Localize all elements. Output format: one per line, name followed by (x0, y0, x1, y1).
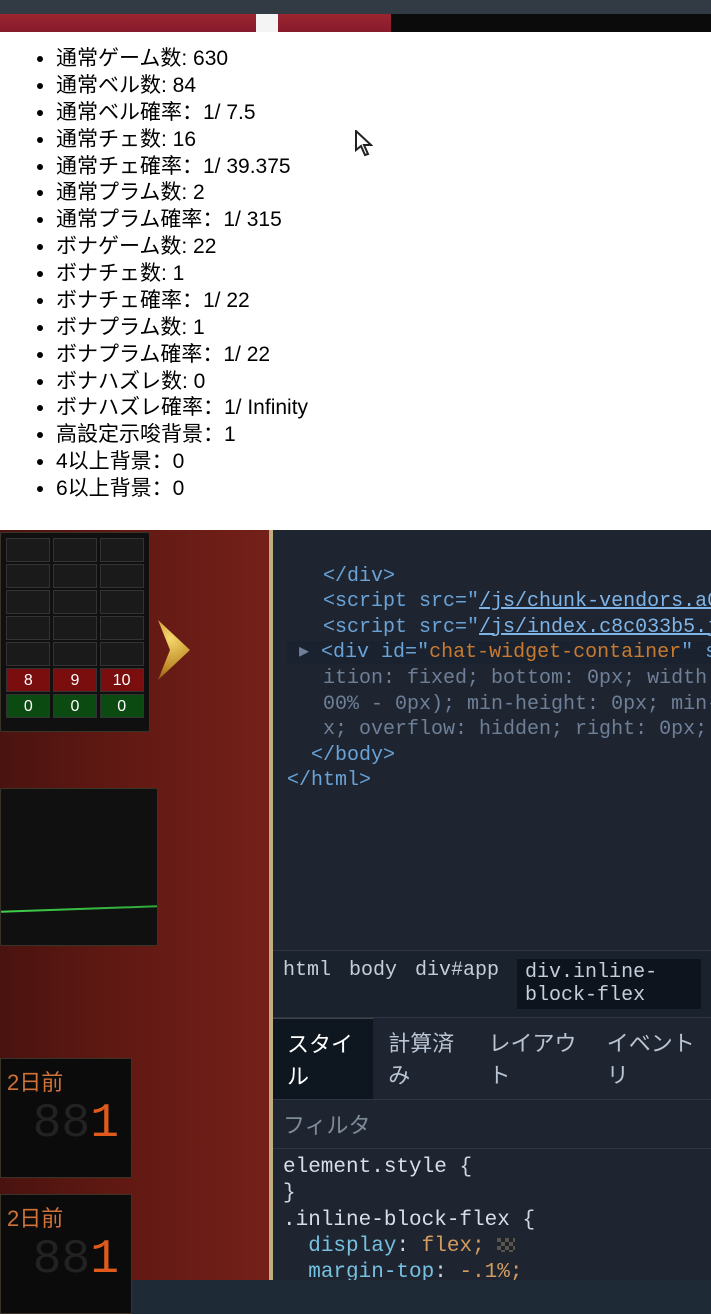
history-label: 2日前 (7, 1201, 125, 1233)
history-item[interactable]: 2日前 881 (0, 1058, 132, 1178)
stats-item: 6以上背景：0 (56, 476, 691, 503)
app-header-bar (0, 14, 711, 32)
tab-event[interactable]: イベントリ (593, 1018, 711, 1099)
stats-item: 通常ベル確率：1/ 7.5 (56, 100, 691, 127)
tab-styles[interactable]: スタイル (273, 1018, 374, 1099)
green-cell: 0 (100, 694, 144, 718)
devtools-tabs: スタイル 計算済み レイアウト イベントリ (273, 1018, 711, 1100)
stats-item: 通常ベル数: 84 (56, 73, 691, 100)
seven-seg-display: 881 (7, 1233, 125, 1287)
stats-list: 通常ゲーム数: 630通常ベル数: 84通常ベル確率：1/ 7.5通常チェ数: … (20, 46, 691, 503)
stats-item: 通常プラム確率：1/ 315 (56, 207, 691, 234)
flex-swatch-icon[interactable] (497, 1238, 515, 1252)
history-label: 2日前 (7, 1065, 125, 1097)
green-cell: 0 (53, 694, 97, 718)
breadcrumb[interactable]: html body div#app div.inline-block-flex (273, 950, 711, 1018)
stats-item: 通常プラム数: 2 (56, 180, 691, 207)
crumb-html[interactable]: html (283, 959, 331, 1009)
devtools-panel: </div> <script src="/js/chunk-vendors.a0… (273, 530, 711, 1280)
stats-item: ボナハズレ確率：1/ Infinity (56, 395, 691, 422)
stats-item: 通常チェ数: 16 (56, 127, 691, 154)
arrow-right-icon[interactable] (158, 620, 198, 680)
header-black-area (391, 14, 711, 32)
red-cell: 9 (53, 668, 97, 692)
stats-item: ボナチェ確率：1/ 22 (56, 288, 691, 315)
header-tab[interactable] (256, 14, 278, 32)
chart-panel (0, 788, 158, 946)
stats-item: 高設定示唆背景：1 (56, 422, 691, 449)
number-grid-panel: 8 9 10 0 0 0 (0, 532, 150, 732)
window-top-bar (0, 0, 711, 14)
stats-item: 通常チェ確率：1/ 39.375 (56, 154, 691, 181)
tab-computed[interactable]: 計算済み (374, 1018, 474, 1099)
chart-line (1, 905, 157, 912)
stats-item: ボナチェ数: 1 (56, 261, 691, 288)
stats-item: 4以上背景：0 (56, 449, 691, 476)
green-cell: 0 (6, 694, 50, 718)
dom-tree[interactable]: </div> <script src="/js/chunk-vendors.a0… (273, 530, 711, 950)
stats-panel: 通常ゲーム数: 630通常ベル数: 84通常ベル確率：1/ 7.5通常チェ数: … (0, 32, 711, 530)
styles-pane[interactable]: element.style { } .inline-block-flex { d… (273, 1149, 711, 1280)
red-cell: 10 (100, 668, 144, 692)
tab-layout[interactable]: レイアウト (474, 1018, 592, 1099)
seven-seg-display: 881 (7, 1097, 125, 1151)
history-item[interactable]: 2日前 881 (0, 1194, 132, 1314)
stats-item: 通常ゲーム数: 630 (56, 46, 691, 73)
crumb-divinline[interactable]: div.inline-block-flex (517, 959, 701, 1009)
stats-item: ボナゲーム数: 22 (56, 234, 691, 261)
filter-input[interactable]: フィルタ (273, 1100, 711, 1149)
stats-item: ボナプラム数: 1 (56, 315, 691, 342)
game-left-panel: 8 9 10 0 0 0 2日前 881 2日前 881 (0, 530, 273, 1280)
crumb-body[interactable]: body (349, 959, 397, 1009)
stats-item: ボナプラム確率：1/ 22 (56, 342, 691, 369)
red-cell: 8 (6, 668, 50, 692)
stats-item: ボナハズレ数: 0 (56, 369, 691, 396)
crumb-divapp[interactable]: div#app (415, 959, 499, 1009)
